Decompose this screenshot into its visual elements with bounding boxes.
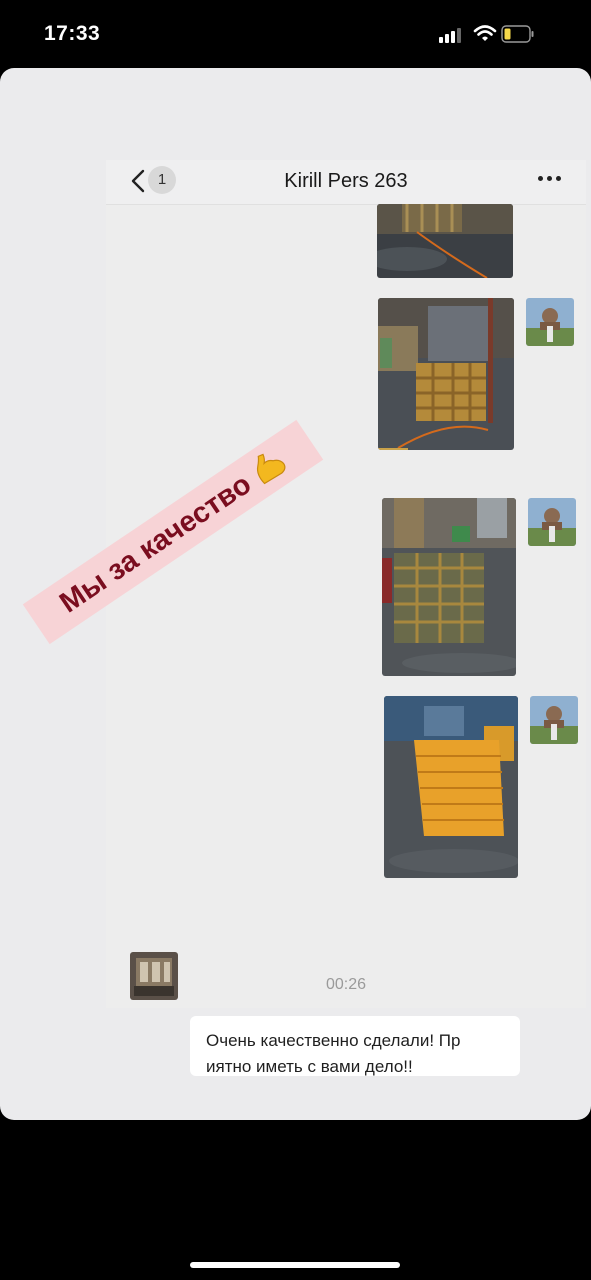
outgoing-photo-3[interactable] xyxy=(382,498,516,676)
status-bar: 17:33 xyxy=(0,0,591,68)
incoming-message-bubble[interactable]: Очень качественно сделали! Пр иятно имет… xyxy=(190,1016,520,1076)
outgoing-avatar[interactable] xyxy=(530,696,578,744)
outgoing-photo-1[interactable] xyxy=(377,204,513,278)
battery-icon xyxy=(501,25,535,43)
more-dots-icon[interactable] xyxy=(538,176,562,184)
status-time: 17:33 xyxy=(44,22,101,45)
chat-header: 1 Kirill Pers 263 xyxy=(106,160,586,205)
cellular-signal-icon xyxy=(439,27,467,43)
chat-screenshot: 1 Kirill Pers 263 00:26 Очень качественн… xyxy=(106,160,586,1076)
outgoing-photo-2[interactable] xyxy=(378,298,514,450)
incoming-avatar[interactable] xyxy=(130,952,178,1000)
home-indicator[interactable] xyxy=(190,1262,400,1268)
status-icons xyxy=(439,24,567,46)
outgoing-avatar[interactable] xyxy=(526,298,574,346)
outgoing-avatar[interactable] xyxy=(528,498,576,546)
chat-title: Kirill Pers 263 xyxy=(284,170,408,192)
wifi-icon xyxy=(473,24,497,44)
outgoing-photo-4[interactable] xyxy=(384,696,518,878)
message-timestamp: 00:26 xyxy=(325,976,367,993)
story-card: 1 Kirill Pers 263 00:26 Очень качественн… xyxy=(0,68,591,1120)
